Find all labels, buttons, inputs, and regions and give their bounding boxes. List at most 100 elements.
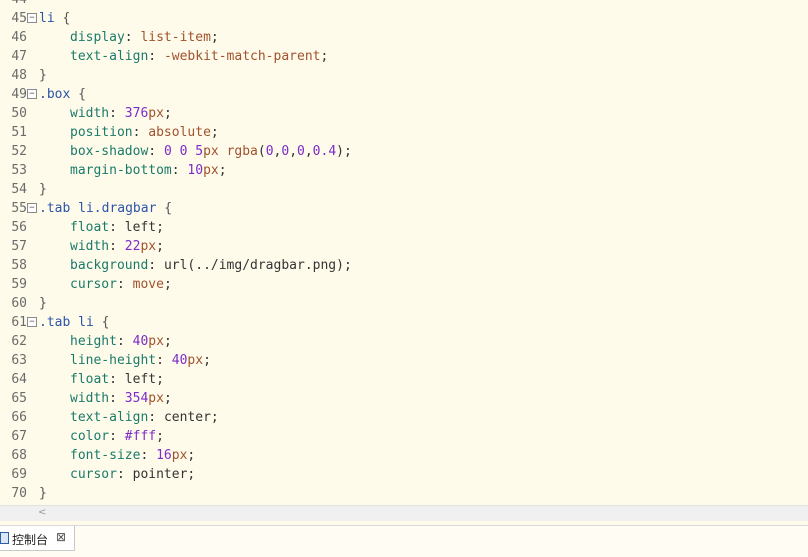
bottom-panel: 控制台 ⊠: [0, 525, 808, 557]
code-line[interactable]: 61− .tab li {: [0, 313, 808, 332]
code-line[interactable]: 51 position: absolute;: [0, 123, 808, 142]
fold-toggle-icon[interactable]: −: [27, 89, 37, 99]
code-token: :: [109, 391, 125, 406]
tab-console-label: 控制台: [12, 533, 49, 547]
code-text: margin-bottom: 10px;: [70, 161, 227, 180]
code-token: :: [148, 258, 164, 273]
code-token: li: [39, 11, 63, 26]
code-line[interactable]: 50 width: 376px;: [0, 104, 808, 123]
code-token: {: [101, 315, 110, 330]
code-token: }: [39, 68, 47, 83]
code-token: ;: [163, 334, 172, 349]
code-token: .tab li.dragbar: [39, 201, 165, 216]
code-token: :: [109, 106, 125, 121]
code-token: );: [336, 144, 352, 159]
fold-toggle-icon[interactable]: −: [27, 317, 37, 327]
code-token: float: [70, 220, 110, 235]
code-token: 0: [265, 144, 274, 159]
code-text: cursor: pointer;: [70, 465, 195, 484]
code-token: :: [148, 49, 164, 64]
code-line[interactable]: 64 float: left;: [0, 370, 808, 389]
line-number: 51: [11, 125, 27, 140]
line-number: 52: [11, 144, 27, 159]
code-token: :: [116, 277, 133, 292]
code-token: ;: [218, 163, 227, 178]
code-text: text-align: center;: [70, 408, 219, 427]
code-token: px: [148, 391, 164, 406]
code-token: (: [257, 144, 266, 159]
code-line[interactable]: 69 cursor: pointer;: [0, 465, 808, 484]
code-token: url(../img/dragbar.png): [163, 258, 344, 273]
code-line[interactable]: 63 line-height: 40px;: [0, 351, 808, 370]
code-token: ,: [289, 144, 298, 159]
code-line[interactable]: 57 width: 22px;: [0, 237, 808, 256]
code-line[interactable]: 62 height: 40px;: [0, 332, 808, 351]
code-line[interactable]: 56 float: left;: [0, 218, 808, 237]
code-text: }: [39, 484, 47, 503]
code-line[interactable]: 67 color: #fff;: [0, 427, 808, 446]
code-token: :: [109, 220, 125, 235]
code-line[interactable]: 66 text-align: center;: [0, 408, 808, 427]
code-token: color: [70, 429, 110, 444]
code-text: box-shadow: 0 0 5px rgba(0,0,0,0.4);: [70, 142, 352, 161]
code-text: width: 354px;: [70, 389, 172, 408]
code-token: 22: [124, 239, 141, 254]
code-token: :: [171, 163, 188, 178]
line-number: 55: [11, 201, 27, 216]
code-line[interactable]: 48}: [0, 66, 808, 85]
code-text: }: [39, 180, 47, 199]
code-line[interactable]: 58 background: url(../img/dragbar.png);: [0, 256, 808, 275]
code-text: display: list-item;: [70, 28, 219, 47]
code-line[interactable]: 54}: [0, 180, 808, 199]
horizontal-scrollbar[interactable]: <: [0, 505, 808, 521]
code-token: pointer: [132, 467, 188, 482]
fold-toggle-icon[interactable]: −: [27, 13, 37, 23]
code-line[interactable]: 53 margin-bottom: 10px;: [0, 161, 808, 180]
code-line[interactable]: 59 cursor: move;: [0, 275, 808, 294]
code-line[interactable]: 52 box-shadow: 0 0 5px rgba(0,0,0,0.4);: [0, 142, 808, 161]
code-line[interactable]: 65 width: 354px;: [0, 389, 808, 408]
line-number: 65: [11, 391, 27, 406]
code-line[interactable]: 45− li {: [0, 9, 808, 28]
code-token: display: [70, 30, 125, 45]
code-token: text-align: [70, 410, 149, 425]
code-token: width: [70, 106, 110, 121]
fold-toggle-icon[interactable]: −: [27, 203, 37, 213]
line-number: 48: [11, 68, 27, 83]
code-token: 0: [281, 144, 290, 159]
code-token: -webkit-match-parent: [163, 49, 321, 64]
line-number: 69: [11, 467, 27, 482]
code-line[interactable]: 68 font-size: 16px;: [0, 446, 808, 465]
code-line[interactable]: 46 display: list-item;: [0, 28, 808, 47]
code-token: 16: [156, 448, 172, 463]
code-text: cursor: move;: [70, 275, 172, 294]
code-token: :: [140, 448, 157, 463]
close-icon[interactable]: ⊠: [56, 530, 66, 544]
code-line[interactable]: 70}: [0, 484, 808, 503]
code-token: :: [124, 30, 141, 45]
code-token: {: [78, 87, 86, 102]
code-token: ;: [187, 467, 196, 482]
code-line[interactable]: 60}: [0, 294, 808, 313]
code-token: #fff: [124, 429, 157, 444]
code-token: ;: [320, 49, 329, 64]
tab-console[interactable]: 控制台 ⊠: [0, 526, 75, 551]
code-text: width: 22px;: [70, 237, 164, 256]
code-token: 0: [297, 144, 305, 159]
code-token: line-height: [70, 353, 157, 368]
code-line[interactable]: 49− .box {: [0, 85, 808, 104]
code-token: center: [163, 410, 211, 425]
code-token: ;: [210, 30, 219, 45]
code-token: position: [70, 125, 133, 140]
code-token: font-size: [70, 448, 141, 463]
code-line[interactable]: 47 text-align: -webkit-match-parent;: [0, 47, 808, 66]
code-token: box-shadow: [70, 144, 149, 159]
line-number: 66: [11, 410, 27, 425]
line-number: 57: [11, 239, 27, 254]
line-number: 68: [11, 448, 27, 463]
code-line[interactable]: 55− .tab li.dragbar {: [0, 199, 808, 218]
line-number: 62: [11, 334, 27, 349]
code-line[interactable]: 44: [0, 0, 808, 9]
scroll-left-arrow-icon[interactable]: <: [38, 507, 46, 518]
code-editor[interactable]: 4445−li {46display: list-item;47text-ali…: [0, 0, 808, 505]
